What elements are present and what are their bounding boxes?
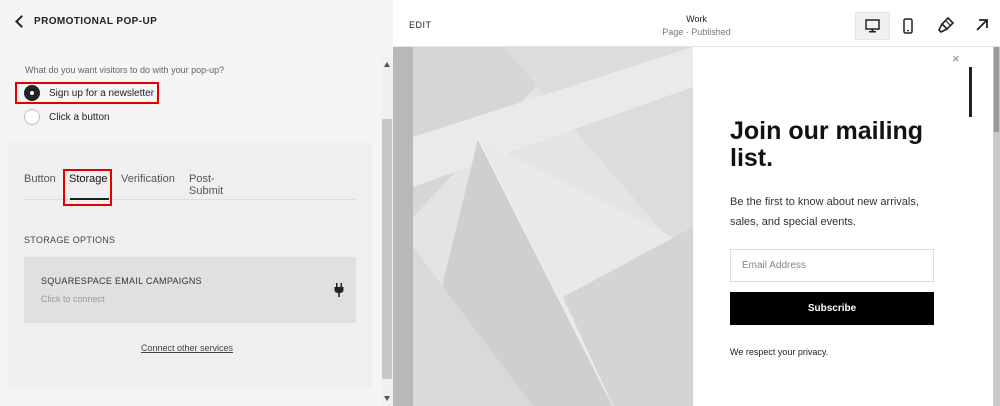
popup-goal-question: What do you want visitors to do with you… (25, 65, 225, 75)
preview-toolbar: EDIT Work Page · Published (393, 0, 1000, 47)
tab-verification[interactable]: Verification (121, 173, 175, 185)
arrow-up-right-icon[interactable] (975, 18, 989, 32)
tab-button[interactable]: Button (24, 173, 56, 185)
privacy-note: We respect your privacy. (730, 347, 829, 357)
scroll-down-arrow-icon[interactable] (384, 396, 390, 401)
option-label: Click a button (49, 111, 110, 123)
site-preview: × Join our mailing list. Be the first to… (393, 47, 1000, 406)
popup-description: Be the first to know about new arrivals,… (730, 196, 919, 228)
back-button[interactable]: PROMOTIONAL POP-UP (14, 15, 158, 28)
site-edge-divider (969, 67, 972, 117)
mobile-view-button[interactable] (890, 12, 925, 40)
scrollbar-thumb[interactable] (382, 119, 392, 379)
tab-post-submit[interactable]: Post-Submit (189, 173, 223, 197)
popup-background-image (413, 47, 693, 406)
connect-other-services-link[interactable]: Connect other services (141, 343, 233, 353)
radio-unchecked-icon (24, 109, 40, 125)
chevron-left-icon (15, 15, 28, 28)
desktop-icon (865, 19, 880, 33)
highlight-box-storage (63, 169, 112, 206)
popup-settings-panel: PROMOTIONAL POP-UP What do you want visi… (0, 0, 393, 406)
close-icon[interactable]: × (952, 51, 960, 66)
subscribe-button[interactable]: Subscribe (730, 292, 934, 325)
popup-content-panel: × Join our mailing list. Be the first to… (693, 47, 971, 406)
popup-heading: Join our mailing list. (730, 117, 924, 172)
campaign-subtitle: Click to connect (41, 294, 105, 304)
scrollbar-thumb[interactable] (994, 47, 999, 132)
plug-icon (334, 283, 344, 297)
highlight-box-newsletter (15, 82, 159, 104)
panel-title: PROMOTIONAL POP-UP (34, 16, 158, 27)
panel-scrollbar[interactable] (381, 57, 393, 406)
campaign-title: SQUARESPACE EMAIL CAMPAIGNS (41, 276, 202, 286)
preview-scrollbar[interactable] (993, 47, 1000, 406)
scroll-up-arrow-icon[interactable] (384, 62, 390, 67)
desktop-view-button[interactable] (855, 12, 890, 40)
option-click-button-radio[interactable]: Click a button (24, 109, 110, 125)
email-campaigns-connect-card[interactable]: SQUARESPACE EMAIL CAMPAIGNS Click to con… (24, 257, 356, 323)
paintbrush-icon[interactable] (938, 17, 954, 33)
storage-options-heading: STORAGE OPTIONS (24, 235, 116, 245)
mobile-icon (902, 18, 913, 34)
email-field[interactable] (730, 249, 934, 282)
device-toggle (855, 12, 925, 40)
